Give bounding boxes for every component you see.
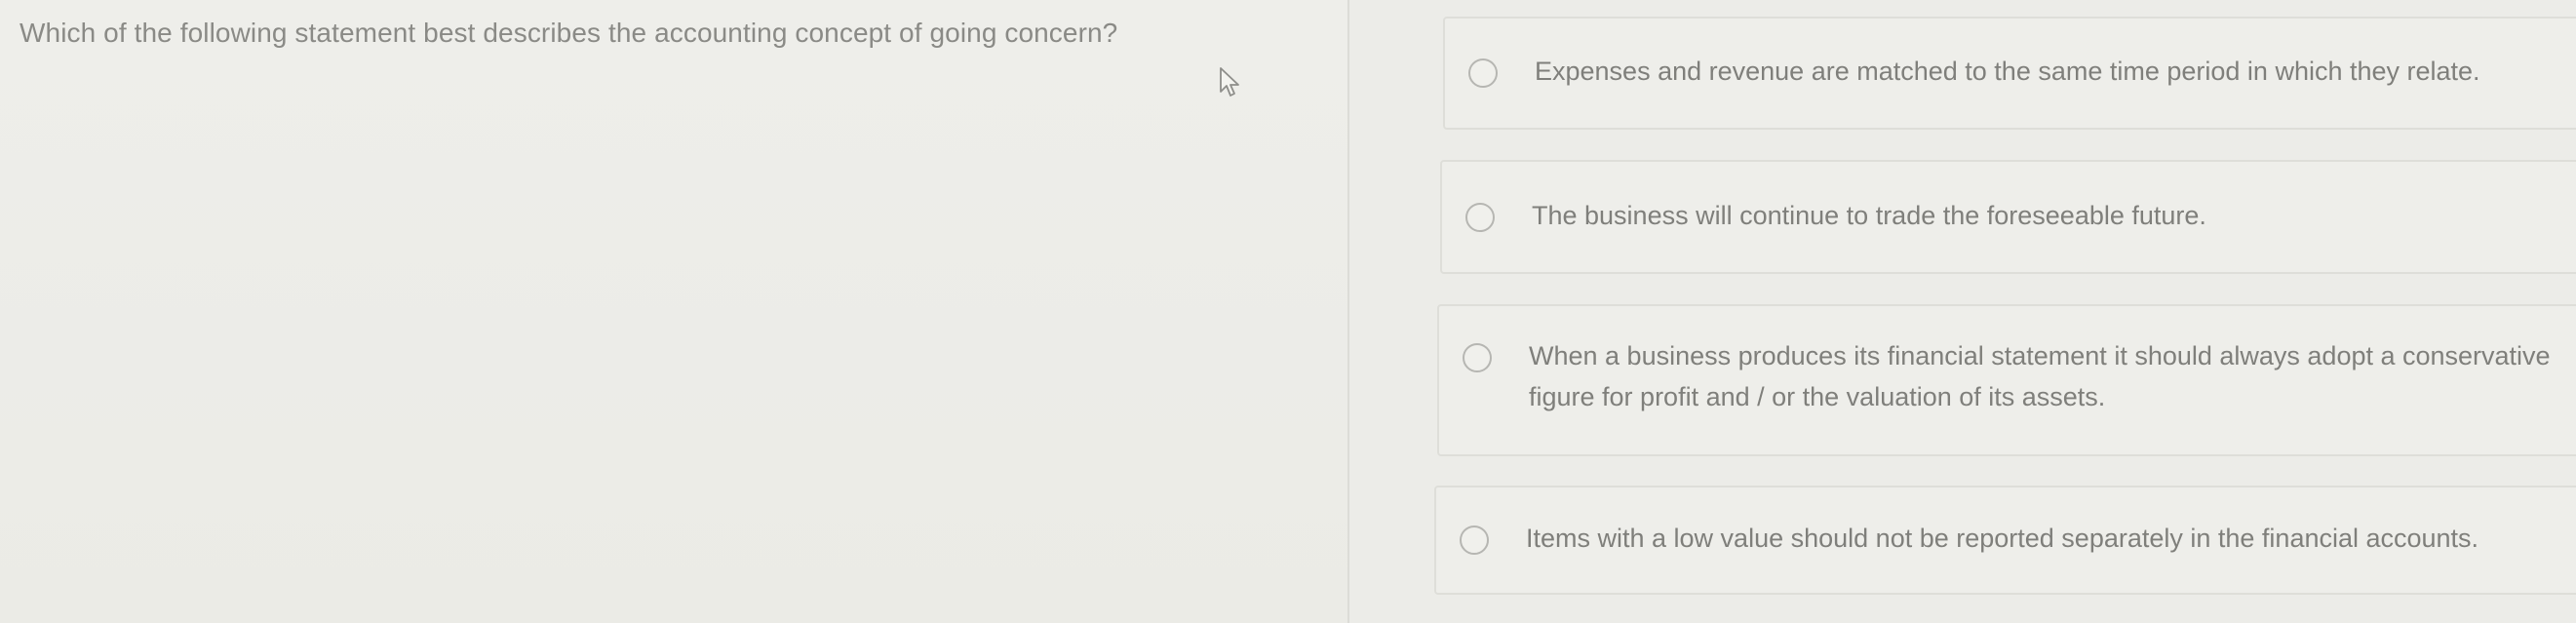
- answer-option-4[interactable]: Items with a low value should not be rep…: [1434, 486, 2576, 595]
- radio-button-icon[interactable]: [1463, 343, 1492, 372]
- answer-option-label: Expenses and revenue are matched to the …: [1535, 57, 2480, 86]
- question-pane: Which of the following statement best de…: [0, 0, 1349, 623]
- answer-options: Expenses and revenue are matched to the …: [1349, 0, 2576, 623]
- radio-button-icon[interactable]: [1460, 526, 1489, 555]
- mouse-pointer-icon: [1220, 67, 1239, 97]
- radio-button-icon[interactable]: [1468, 58, 1498, 88]
- answer-option-1[interactable]: Expenses and revenue are matched to the …: [1443, 17, 2576, 130]
- answer-option-3[interactable]: When a business produces its financial s…: [1437, 304, 2576, 456]
- answer-option-label: Items with a low value should not be rep…: [1526, 524, 2479, 553]
- radio-button-icon[interactable]: [1465, 203, 1495, 232]
- question-text: Which of the following statement best de…: [20, 18, 1118, 48]
- answer-option-label: The business will continue to trade the …: [1532, 201, 2206, 230]
- answer-option-label: When a business produces its financial s…: [1529, 341, 2551, 411]
- answer-option-2[interactable]: The business will continue to trade the …: [1440, 160, 2576, 274]
